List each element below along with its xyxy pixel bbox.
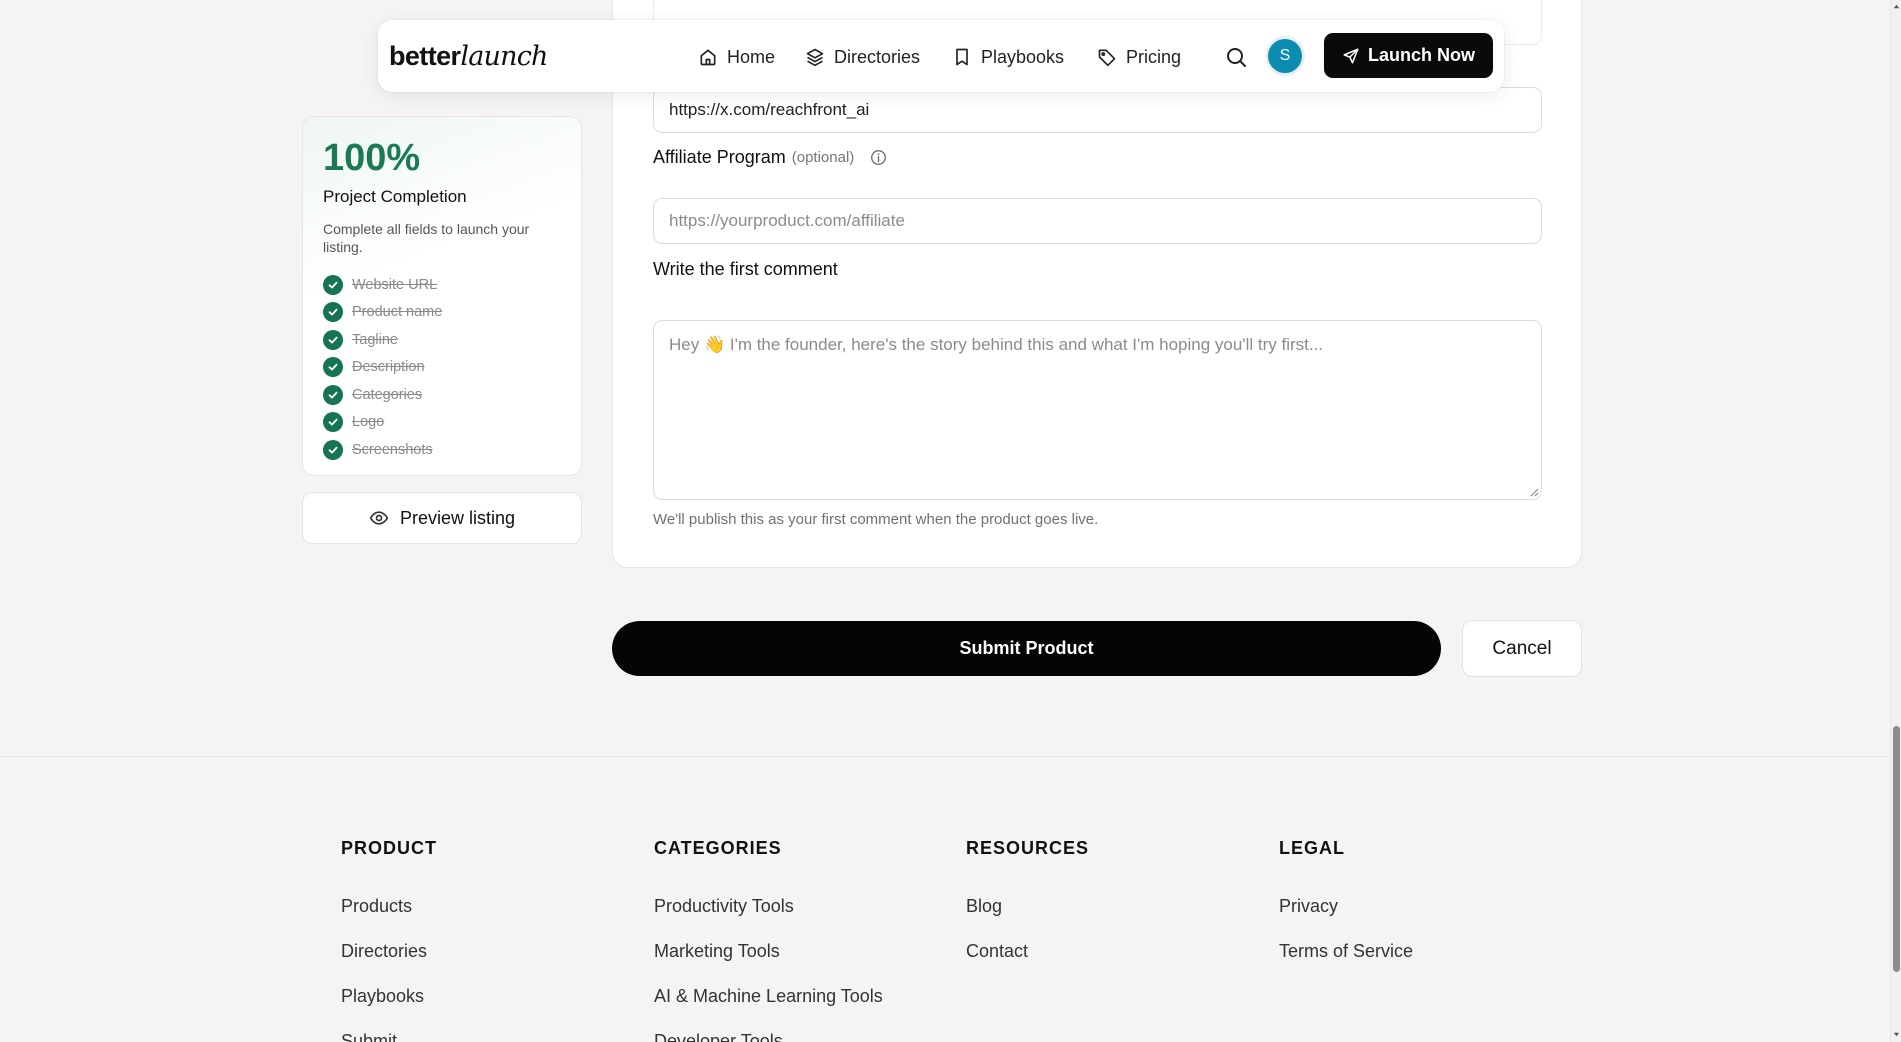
user-avatar[interactable]: S <box>1268 39 1302 73</box>
footer-heading-categories: CATEGORIES <box>654 838 782 858</box>
twitter-url-input[interactable]: https://x.com/reachfront_ai <box>653 87 1542 133</box>
nav-home-label: Home <box>727 46 776 67</box>
first-comment-hint: We'll publish this as your first comment… <box>653 511 1099 528</box>
affiliate-program-label: Affiliate Program (optional) <box>653 147 887 168</box>
check-icon <box>323 274 343 295</box>
checklist-item: Categories <box>323 381 442 409</box>
scroll-down-icon[interactable] <box>1892 1030 1901 1039</box>
nav-playbooks[interactable]: Playbooks <box>952 44 1064 70</box>
footer-column-resources: RESOURCES Blog Contact <box>966 838 1089 986</box>
footer-link-privacy[interactable]: Privacy <box>1279 896 1413 941</box>
page-scrollbar[interactable] <box>1890 0 1901 1042</box>
footer-link-ai-ml-tools[interactable]: AI & Machine Learning Tools <box>654 986 883 1031</box>
checklist-label: Tagline <box>352 331 398 348</box>
footer-heading-resources: RESOURCES <box>966 838 1090 858</box>
nav-directories[interactable]: Directories <box>805 44 920 70</box>
footer-column-categories: CATEGORIES Productivity Tools Marketing … <box>654 838 883 1042</box>
check-icon <box>323 439 343 460</box>
checklist-item: Website URL <box>323 271 442 299</box>
preview-listing-button[interactable]: Preview listing <box>302 492 582 544</box>
first-comment-label: Write the first comment <box>653 259 838 280</box>
checklist-label: Screenshots <box>352 441 433 458</box>
footer-link-marketing-tools[interactable]: Marketing Tools <box>654 941 883 986</box>
info-icon[interactable] <box>870 149 887 166</box>
completion-checklist: Website URL Product name Tagline Descrip… <box>323 271 442 464</box>
checklist-label: Product name <box>352 304 443 321</box>
first-comment-label-text: Write the first comment <box>653 259 838 279</box>
launch-now-button[interactable]: Launch Now <box>1324 33 1493 78</box>
checklist-item: Logo <box>323 409 442 437</box>
cancel-button[interactable]: Cancel <box>1462 620 1582 677</box>
check-icon <box>323 412 343 433</box>
betterlaunch-logo[interactable]: betterlaunch <box>389 41 548 72</box>
submit-product-button[interactable]: Submit Product <box>612 621 1441 676</box>
footer-link-playbooks[interactable]: Playbooks <box>341 986 437 1031</box>
footer-divider <box>0 756 1890 757</box>
nav-pricing[interactable]: Pricing <box>1097 44 1181 70</box>
eye-icon <box>369 511 389 525</box>
logo-bold-text: better <box>389 41 461 71</box>
launch-now-label: Launch Now <box>1368 45 1475 65</box>
completion-description: Complete all fields to launch your listi… <box>323 221 530 255</box>
checklist-label: Description <box>352 359 425 376</box>
footer-link-products[interactable]: Products <box>341 896 437 941</box>
nav-pricing-label: Pricing <box>1126 46 1182 67</box>
affiliate-url-input[interactable]: https://yourproduct.com/affiliate <box>653 198 1542 244</box>
first-comment-placeholder: Hey 👋 I'm the founder, here's the story … <box>669 335 1324 354</box>
footer-link-productivity-tools[interactable]: Productivity Tools <box>654 896 883 941</box>
checklist-item: Description <box>323 354 442 382</box>
home-icon <box>700 49 716 66</box>
nav-directories-label: Directories <box>834 46 921 67</box>
footer-link-blog[interactable]: Blog <box>966 896 1089 941</box>
send-icon <box>1343 48 1359 63</box>
footer-link-terms[interactable]: Terms of Service <box>1279 941 1413 986</box>
page: https://x.com/reachfront_ai Affiliate Pr… <box>0 0 1901 1042</box>
checklist-label: Logo <box>352 414 385 431</box>
resize-handle-icon[interactable] <box>1529 487 1539 497</box>
checklist-label: Categories <box>352 386 423 403</box>
top-navbar: betterlaunch Home Directories Playbooks … <box>378 20 1504 92</box>
check-icon <box>323 384 343 405</box>
checklist-label: Website URL <box>352 276 438 293</box>
project-completion-card: 100% Project Completion Complete all fie… <box>302 116 582 476</box>
completion-title: Project Completion <box>323 187 467 206</box>
scroll-up-icon[interactable] <box>1892 2 1901 11</box>
logo-italic-text: launch <box>460 41 548 72</box>
bookmark-icon <box>956 48 968 66</box>
tag-icon <box>1098 49 1116 67</box>
check-icon <box>323 329 343 350</box>
scrollbar-thumb[interactable] <box>1893 726 1900 972</box>
preview-listing-label: Preview listing <box>399 507 516 528</box>
completion-percent: 100% <box>323 137 421 179</box>
optional-tag: (optional) <box>791 149 855 166</box>
nav-home[interactable]: Home <box>698 44 775 70</box>
search-icon[interactable] <box>1224 45 1248 69</box>
footer-heading-product: PRODUCT <box>341 838 437 858</box>
nav-playbooks-label: Playbooks <box>981 46 1065 67</box>
checklist-item: Product name <box>323 299 442 327</box>
footer-link-submit[interactable]: Submit <box>341 1031 437 1042</box>
footer-heading-legal: LEGAL <box>1279 838 1345 858</box>
checklist-item: Screenshots <box>323 436 442 464</box>
footer-link-developer-tools[interactable]: Developer Tools <box>654 1031 883 1042</box>
check-icon <box>323 357 343 378</box>
affiliate-label-text: Affiliate Program <box>653 147 786 167</box>
check-icon <box>323 302 343 323</box>
footer-column-product: PRODUCT Products Directories Playbooks S… <box>341 838 437 1042</box>
footer-link-contact[interactable]: Contact <box>966 941 1089 986</box>
layers-icon <box>806 48 824 67</box>
checklist-item: Tagline <box>323 326 442 354</box>
footer-column-legal: LEGAL Privacy Terms of Service <box>1279 838 1413 986</box>
footer-link-directories[interactable]: Directories <box>341 941 437 986</box>
first-comment-textarea[interactable]: Hey 👋 I'm the founder, here's the story … <box>653 320 1542 500</box>
